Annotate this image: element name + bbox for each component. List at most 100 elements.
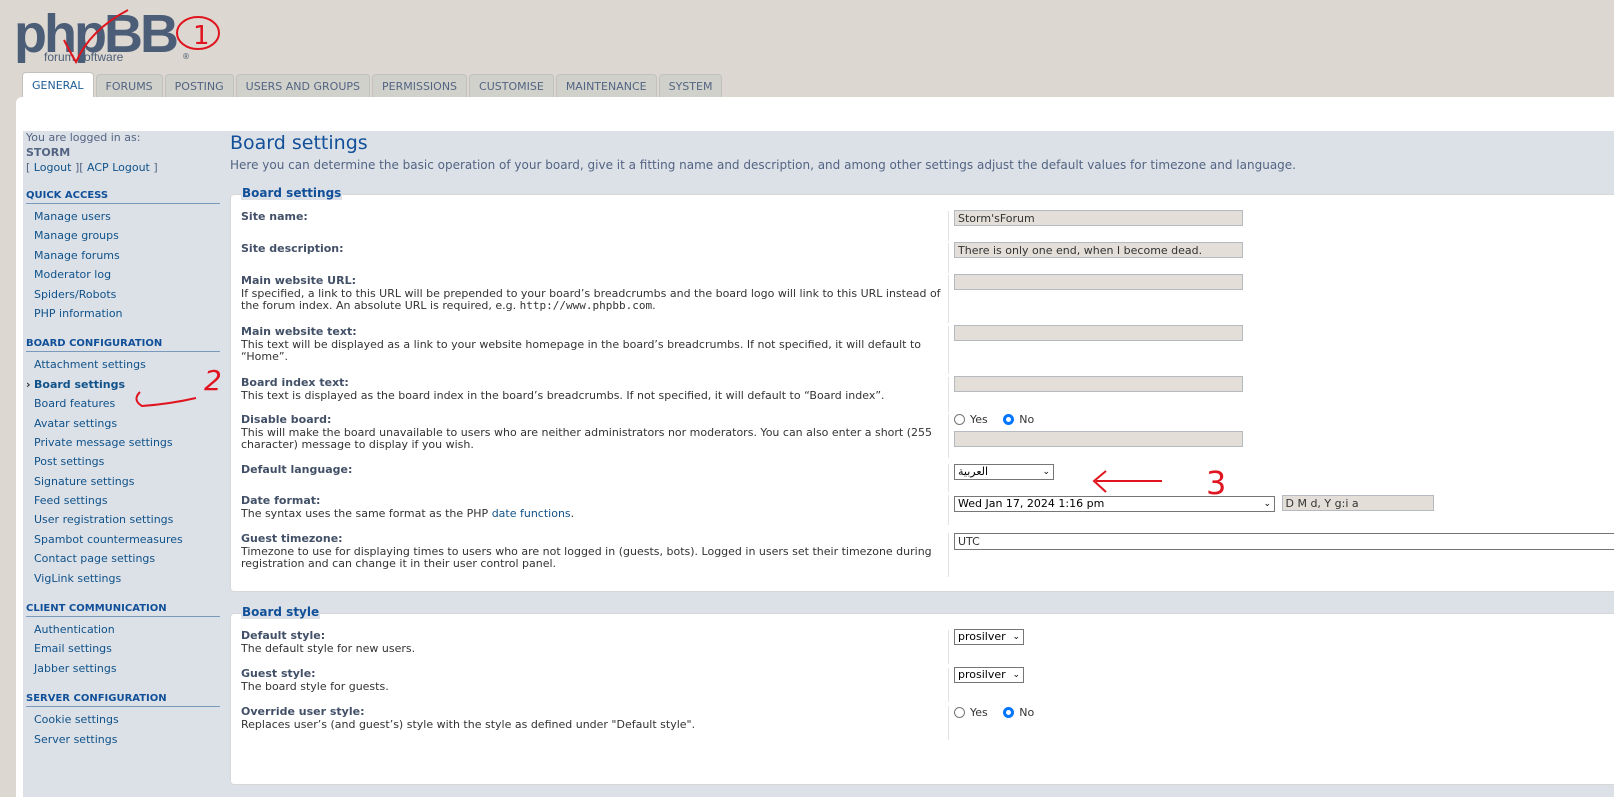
label-date-format: Date format:	[241, 494, 321, 507]
menu-item-signature-settings[interactable]: Signature settings	[26, 472, 220, 491]
row-date-format: Date format: The syntax uses the same fo…	[241, 494, 1614, 525]
menu-item-viglink-settings[interactable]: VigLink settings	[26, 569, 220, 588]
tab-general[interactable]: GENERAL	[22, 72, 94, 98]
board-index-text-input[interactable]	[954, 376, 1243, 392]
explain-override-user-style: Replaces user’s (and guest’s) style with…	[241, 717, 696, 731]
menu-item-jabber-settings[interactable]: Jabber settings	[26, 659, 220, 678]
logo-tagline: forum software	[44, 50, 124, 64]
menu-item-server-settings[interactable]: Server settings	[26, 730, 220, 749]
menu-item-manage-users[interactable]: Manage users	[26, 207, 220, 226]
tab-system[interactable]: SYSTEM	[658, 74, 723, 98]
fieldset-legend-board-settings: Board settings	[241, 186, 343, 200]
label-board-index-text: Board index text:	[241, 376, 349, 389]
menu-item-attachment-settings[interactable]: Attachment settings	[26, 355, 220, 374]
label-guest-timezone: Guest timezone:	[241, 532, 343, 545]
menu-item-contact-page-settings[interactable]: Contact page settings	[26, 549, 220, 568]
main-website-text-input[interactable]	[954, 325, 1243, 341]
default-language-select[interactable]: العربية ⌄	[954, 464, 1054, 480]
menu-client-communication: Authentication Email settings Jabber set…	[26, 620, 220, 678]
label-site-name: Site name:	[241, 210, 308, 223]
main-content-header: Board settings Here you can determine th…	[230, 130, 1614, 172]
login-info: You are logged in as: STORM [ Logout ][ …	[26, 130, 220, 175]
menu-item-email-settings[interactable]: Email settings	[26, 639, 220, 658]
default-style-select[interactable]: prosilver ⌄	[954, 629, 1024, 645]
menu-item-feed-settings[interactable]: Feed settings	[26, 491, 220, 510]
label-default-language: Default language:	[241, 463, 353, 476]
label-main-website-text: Main website text:	[241, 325, 357, 338]
radio-circle	[954, 707, 965, 718]
tab-permissions[interactable]: PERMISSIONS	[372, 74, 468, 98]
tab-posting[interactable]: POSTING	[164, 74, 234, 98]
main-website-url-input[interactable]	[954, 274, 1243, 290]
disable-board-yes-radio[interactable]: Yes	[954, 413, 988, 426]
row-main-website-url: Main website URL: If specified, a link t…	[241, 274, 1614, 323]
menu-item-user-registration-settings[interactable]: User registration settings	[26, 510, 220, 529]
menu-item-post-settings[interactable]: Post settings	[26, 452, 220, 471]
logo-registered-mark: ®	[182, 52, 190, 61]
override-style-no-radio[interactable]: No	[1003, 706, 1034, 719]
label-default-style: Default style:	[241, 629, 326, 642]
label-guest-style: Guest style:	[241, 667, 316, 680]
date-functions-link[interactable]: date functions	[492, 507, 571, 520]
radio-circle-selected	[1003, 414, 1015, 425]
menu-item-authentication[interactable]: Authentication	[26, 620, 220, 639]
override-style-yes-radio[interactable]: Yes	[954, 706, 988, 719]
fieldset-board-settings: Board settings Site name: Storm'sForum S…	[230, 186, 1614, 592]
logged-in-as-label: You are logged in as:	[26, 131, 141, 144]
menu-item-manage-groups[interactable]: Manage groups	[26, 226, 220, 245]
tab-forums[interactable]: FORUMS	[95, 74, 163, 98]
row-guest-style: Guest style: The board style for guests.…	[241, 667, 1614, 702]
menu-item-private-message-settings[interactable]: Private message settings	[26, 433, 220, 452]
tab-maintenance[interactable]: MAINTENANCE	[555, 74, 657, 98]
radio-circle	[954, 414, 965, 425]
tab-customise[interactable]: CUSTOMISE	[469, 74, 554, 98]
label-disable-board: Disable board:	[241, 413, 332, 426]
label-site-description: Site description:	[241, 242, 344, 255]
disable-board-message-input[interactable]	[954, 431, 1243, 447]
menu-server-configuration: Cookie settings Server settings	[26, 710, 220, 749]
acp-logout-link[interactable]: ACP Logout	[87, 161, 150, 174]
guest-timezone-select[interactable]: UTC	[954, 533, 1614, 550]
phpbb-logo[interactable]: phpBB forum software ®	[14, 4, 234, 68]
page-title: Board settings	[230, 132, 368, 154]
site-description-input[interactable]: There is only one end, when I become dea…	[954, 242, 1243, 258]
menu-heading-board-configuration: BOARD CONFIGURATION	[26, 338, 220, 353]
menu-item-board-features[interactable]: Board features	[26, 394, 220, 413]
fieldset-board-style: Board style Default style: The default s…	[230, 605, 1614, 785]
menu-heading-server-configuration: SERVER CONFIGURATION	[26, 693, 220, 708]
row-guest-timezone: Guest timezone: Timezone to use for disp…	[241, 532, 1614, 577]
date-format-custom-input[interactable]: D M d, Y g:i a	[1281, 495, 1434, 511]
example-url: http://www.phpbb.com	[519, 299, 653, 313]
tab-users-and-groups[interactable]: USERS AND GROUPS	[235, 74, 370, 98]
row-board-index-text: Board index text: This text is displayed…	[241, 376, 1614, 412]
menu-item-avatar-settings[interactable]: Avatar settings	[26, 414, 220, 433]
site-name-input[interactable]: Storm'sForum	[954, 210, 1243, 226]
chevron-down-icon: ⌄	[1263, 499, 1271, 509]
menu-item-manage-forums[interactable]: Manage forums	[26, 246, 220, 265]
menu-item-cookie-settings[interactable]: Cookie settings	[26, 710, 220, 729]
menu-item-spiders-robots[interactable]: Spiders/Robots	[26, 285, 220, 304]
explain-guest-timezone: Timezone to use for displaying times to …	[241, 544, 932, 571]
menu-quick-access: Manage users Manage groups Manage forums…	[26, 207, 220, 323]
logout-link[interactable]: Logout	[34, 161, 72, 174]
explain-default-style: The default style for new users.	[241, 641, 416, 655]
chevron-down-icon: ⌄	[1042, 467, 1050, 477]
row-override-user-style: Override user style: Replaces user’s (an…	[241, 705, 1614, 740]
row-site-description: Site description: There is only one end,…	[241, 242, 1614, 273]
username: STORM	[26, 146, 71, 159]
menu-item-board-settings[interactable]: Board settings	[26, 375, 220, 395]
explain-board-index-text: This text is displayed as the board inde…	[241, 388, 885, 402]
row-disable-board: Disable board: This will make the board …	[241, 413, 1614, 458]
menu-board-configuration: Attachment settings Board settings Board…	[26, 355, 220, 588]
menu-item-spambot-countermeasures[interactable]: Spambot countermeasures	[26, 530, 220, 549]
guest-style-select[interactable]: prosilver ⌄	[954, 667, 1024, 683]
row-main-website-text: Main website text: This text will be dis…	[241, 325, 1614, 374]
menu-heading-quick-access: QUICK ACCESS	[26, 190, 220, 204]
menu-item-php-information[interactable]: PHP information	[26, 304, 220, 323]
row-default-style: Default style: The default style for new…	[241, 629, 1614, 664]
date-format-select[interactable]: Wed Jan 17, 2024 1:16 pm ⌄	[954, 496, 1275, 512]
label-main-website-url: Main website URL:	[241, 274, 356, 287]
menu-item-moderator-log[interactable]: Moderator log	[26, 265, 220, 284]
explain-main-website-text: This text will be displayed as a link to…	[241, 337, 922, 364]
disable-board-no-radio[interactable]: No	[1003, 413, 1034, 426]
